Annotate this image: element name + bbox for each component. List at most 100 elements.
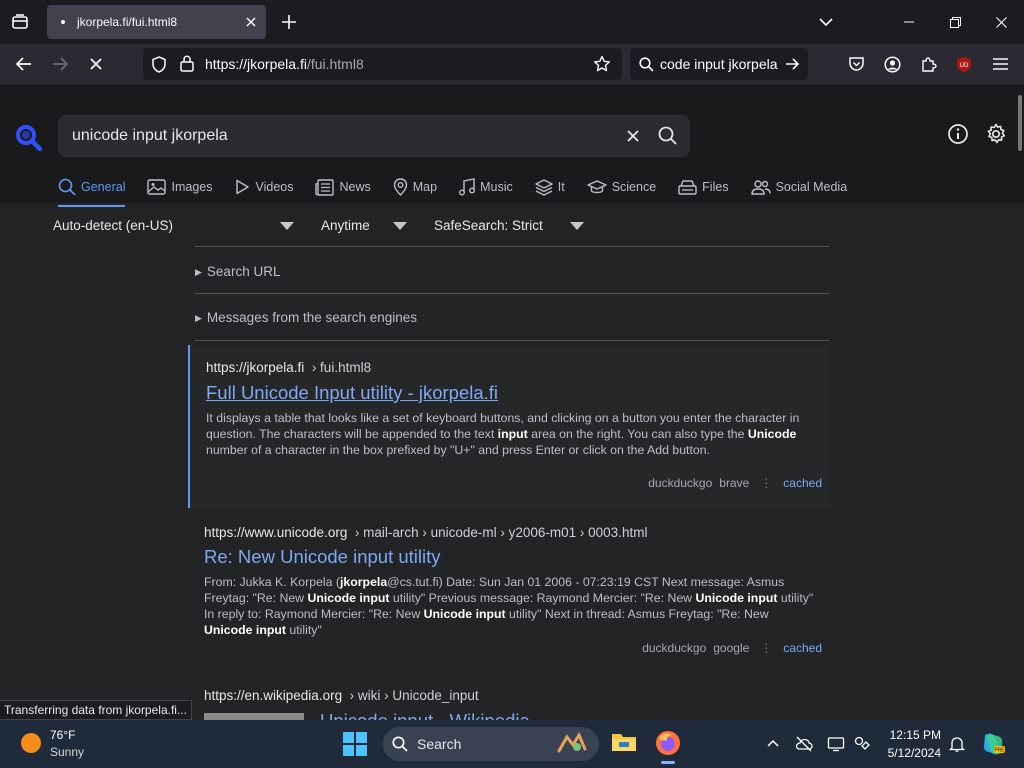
- language-select[interactable]: Auto-detect (en-US): [53, 218, 173, 233]
- browser-search-bar[interactable]: code input jkorpela: [630, 48, 808, 80]
- arrow-right-icon[interactable]: [785, 57, 800, 71]
- map-pin-icon: [393, 178, 407, 196]
- taskbar-search[interactable]: Search: [383, 727, 599, 761]
- more-dots-icon: ⋮: [760, 641, 773, 655]
- graduation-cap-icon: [586, 179, 607, 193]
- pocket-button[interactable]: [841, 49, 871, 79]
- bookmark-star-icon[interactable]: [593, 55, 611, 73]
- close-tab-button[interactable]: [242, 13, 260, 31]
- minimize-button[interactable]: [886, 0, 932, 44]
- result-path: › mail-arch › unicode-ml › y2006-m01 › 0…: [354, 525, 648, 540]
- cached-link[interactable]: cached: [783, 641, 822, 655]
- safesearch-caret-icon[interactable]: [570, 222, 584, 230]
- url-host: https://jkorpela.fi: [205, 56, 307, 72]
- hamburger-menu-icon: [992, 58, 1008, 70]
- result-title-link[interactable]: Re: New Unicode input utility: [204, 546, 441, 568]
- cached-link[interactable]: cached: [783, 476, 822, 490]
- engine-messages-details[interactable]: ▶ Messages from the search engines: [195, 310, 417, 325]
- restore-icon: [949, 16, 961, 28]
- weather-temperature[interactable]: 76°F: [50, 728, 75, 742]
- tab-it[interactable]: It: [535, 173, 565, 201]
- account-button[interactable]: [877, 49, 907, 79]
- category-tabs: General Images Videos News Map Music It: [58, 173, 869, 207]
- result-path: › fui.html8: [311, 360, 372, 375]
- restore-button[interactable]: [932, 0, 978, 44]
- clear-search-icon[interactable]: [622, 125, 644, 147]
- close-window-button[interactable]: [978, 0, 1024, 44]
- clock-time[interactable]: 12:15 PM: [885, 728, 941, 742]
- info-icon[interactable]: [947, 123, 969, 145]
- time-caret-icon[interactable]: [393, 222, 407, 230]
- windows-taskbar: 76°F Sunny Search 12:15 PM 5/12/2024 PRE: [0, 720, 1024, 768]
- tab-social-media[interactable]: Social Media: [750, 173, 847, 201]
- searx-logo-icon[interactable]: [14, 123, 44, 153]
- network-settings-icon[interactable]: [853, 735, 871, 753]
- result-title-link[interactable]: Unicode input - Wikipedia: [320, 710, 530, 720]
- engine-label: duckduckgo: [642, 641, 707, 655]
- tab-general[interactable]: General: [58, 173, 126, 207]
- result-url[interactable]: https://www.unicode.org › mail-arch › un…: [204, 525, 647, 540]
- firefox-icon[interactable]: [655, 730, 681, 756]
- tab-label: General: [81, 180, 126, 194]
- tab-files[interactable]: Files: [678, 173, 729, 201]
- divider: [195, 293, 829, 294]
- url-text[interactable]: https://jkorpela.fi/fui.html8: [205, 56, 364, 72]
- tab-science[interactable]: Science: [586, 173, 656, 201]
- engine-label: google: [713, 641, 750, 655]
- weather-condition[interactable]: Sunny: [50, 745, 84, 759]
- ublock-button[interactable]: UD: [949, 49, 979, 79]
- language-caret-icon[interactable]: [280, 222, 294, 230]
- stop-button[interactable]: [81, 49, 111, 79]
- image-icon: [147, 179, 167, 195]
- stop-x-icon: [90, 58, 102, 70]
- tab-images[interactable]: Images: [147, 173, 212, 201]
- tab-map[interactable]: Map: [393, 173, 437, 201]
- engine-label: duckduckgo: [648, 476, 713, 490]
- display-icon[interactable]: [827, 735, 845, 753]
- gear-icon[interactable]: [985, 123, 1007, 145]
- search-query-box[interactable]: unicode input jkorpela: [58, 115, 690, 157]
- taskbar-search-label: Search: [417, 736, 462, 752]
- result-url[interactable]: https://jkorpela.fi › fui.html8: [206, 360, 371, 375]
- back-button[interactable]: [9, 49, 39, 79]
- lock-icon[interactable]: [180, 55, 194, 72]
- tab-videos[interactable]: Videos: [234, 173, 293, 201]
- close-icon: [995, 16, 1007, 28]
- onedrive-offline-icon[interactable]: [795, 735, 813, 753]
- tracking-shield-icon[interactable]: [151, 56, 167, 73]
- music-note-icon: [459, 178, 476, 196]
- clock-date[interactable]: 5/12/2024: [883, 746, 941, 760]
- chevron-up-icon[interactable]: [764, 735, 782, 753]
- result-host: https://www.unicode.org: [204, 525, 348, 540]
- page-scrollbar[interactable]: [1018, 95, 1022, 151]
- file-explorer-icon[interactable]: [611, 731, 637, 753]
- search-url-details[interactable]: ▶ Search URL: [195, 264, 280, 279]
- page-content: unicode input jkorpela General Images Vi…: [0, 85, 1024, 720]
- tab-active[interactable]: jkorpela.fi/fui.html8: [47, 5, 266, 39]
- play-icon: [236, 179, 250, 195]
- close-icon: [246, 17, 256, 27]
- result-title-link[interactable]: Full Unicode Input utility - jkorpela.fi: [206, 382, 498, 404]
- notification-bell-icon[interactable]: [948, 735, 966, 753]
- copilot-icon[interactable]: PRE: [980, 731, 1006, 757]
- result-thumbnail[interactable]: [204, 713, 304, 720]
- app-menu-button[interactable]: [985, 49, 1015, 79]
- tab-music[interactable]: Music: [459, 173, 513, 201]
- search-submit-icon[interactable]: [656, 124, 680, 148]
- safesearch-select[interactable]: SafeSearch: Strict: [434, 218, 543, 233]
- tab-news[interactable]: News: [315, 173, 371, 201]
- result-item: https://jkorpela.fi › fui.html8 Full Uni…: [188, 345, 830, 508]
- tab-label: Files: [702, 180, 729, 194]
- windows-start-icon[interactable]: [343, 732, 367, 756]
- extensions-button[interactable]: [913, 49, 943, 79]
- url-bar[interactable]: https://jkorpela.fi/fui.html8: [143, 48, 622, 80]
- new-tab-button[interactable]: [277, 10, 301, 34]
- result-url[interactable]: https://en.wikipedia.org › wiki › Unicod…: [204, 688, 479, 703]
- tab-overflow-button[interactable]: [803, 0, 849, 44]
- forward-button[interactable]: [45, 49, 75, 79]
- time-range-select[interactable]: Anytime: [321, 218, 370, 233]
- list-all-tabs-button[interactable]: [4, 6, 36, 38]
- search-query-input[interactable]: unicode input jkorpela: [72, 127, 228, 145]
- sun-icon[interactable]: [21, 733, 41, 753]
- puzzle-icon: [921, 56, 937, 72]
